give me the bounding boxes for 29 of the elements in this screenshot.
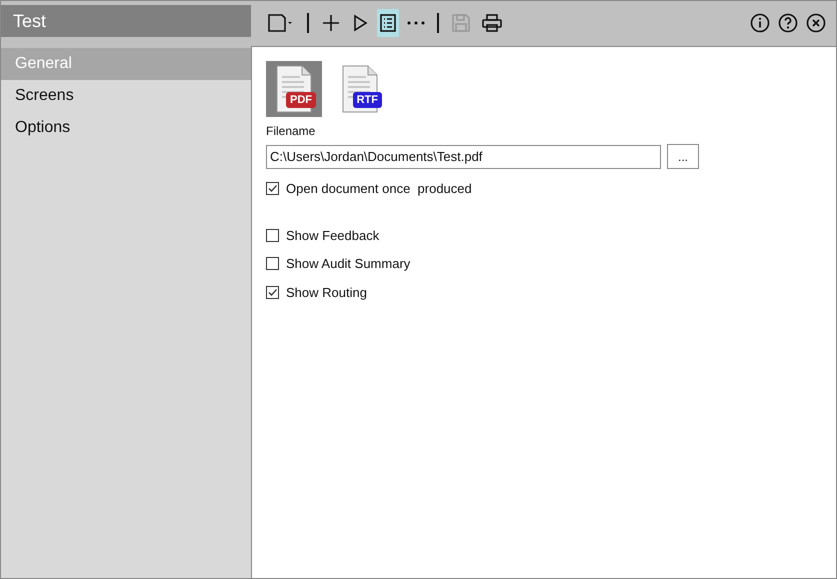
checkbox-label: Show Routing <box>286 284 367 302</box>
checkbox-label: Show Feedback <box>286 226 380 244</box>
format-badge: PDF <box>286 92 316 108</box>
checkbox-label: Open document once produced <box>286 180 472 198</box>
format-option[interactable]: PDF <box>266 61 322 117</box>
sidebar-item[interactable]: Screens <box>1 80 251 112</box>
help-icon[interactable] <box>778 12 798 32</box>
checkbox[interactable] <box>266 228 279 242</box>
browse-button[interactable]: ... <box>667 144 699 169</box>
more-icon <box>407 20 425 24</box>
window-title: Test <box>1 5 251 37</box>
list-icon <box>379 12 397 32</box>
document-dropdown-icon <box>267 12 295 32</box>
info-icon[interactable] <box>750 12 770 32</box>
field-label: Filename <box>266 123 316 140</box>
checkbox[interactable] <box>266 257 279 270</box>
plus-icon <box>321 12 341 32</box>
checkbox[interactable] <box>266 286 279 299</box>
format-badge: RTF <box>352 92 382 108</box>
checkbox-label: Show Audit Summary <box>286 255 410 273</box>
close-icon[interactable] <box>806 12 826 32</box>
format-option[interactable]: RTF <box>332 61 388 117</box>
list-button[interactable] <box>377 8 399 36</box>
play-icon <box>351 12 369 32</box>
printer-icon <box>481 12 503 32</box>
save-icon <box>451 12 471 32</box>
sidebar-item[interactable]: Options <box>1 112 251 144</box>
checkbox[interactable] <box>266 182 279 196</box>
filename-field[interactable]: C:\Users\Jordan\Documents\Test.pdf <box>266 144 661 168</box>
